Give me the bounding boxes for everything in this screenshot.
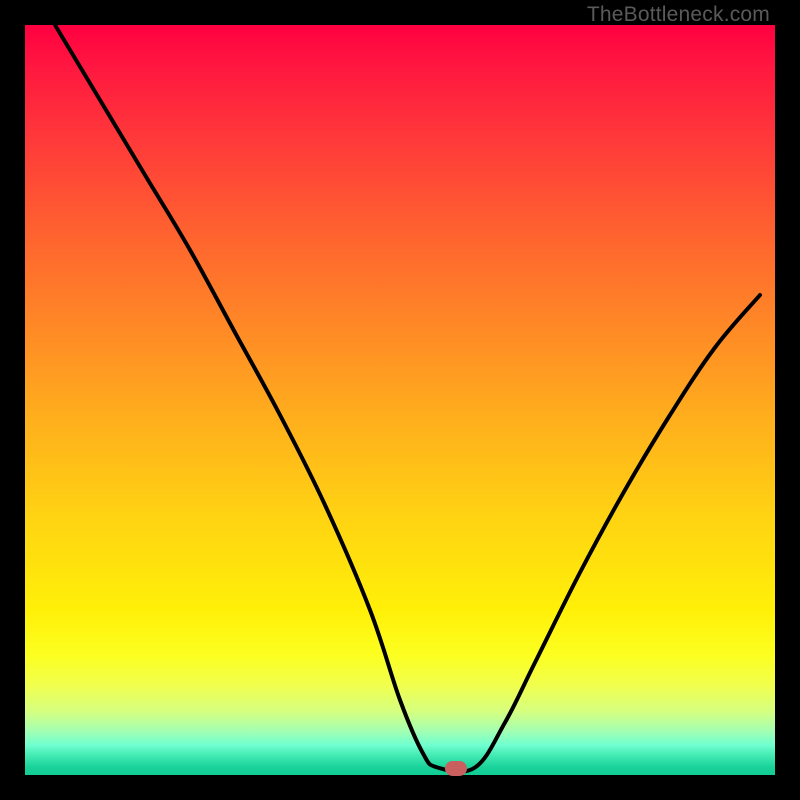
- plot-area: [25, 25, 775, 775]
- minimum-marker: [445, 761, 467, 776]
- chart-frame: TheBottleneck.com: [0, 0, 800, 800]
- curve-path: [55, 25, 760, 772]
- watermark-text: TheBottleneck.com: [587, 3, 770, 27]
- curve-svg: [25, 25, 775, 775]
